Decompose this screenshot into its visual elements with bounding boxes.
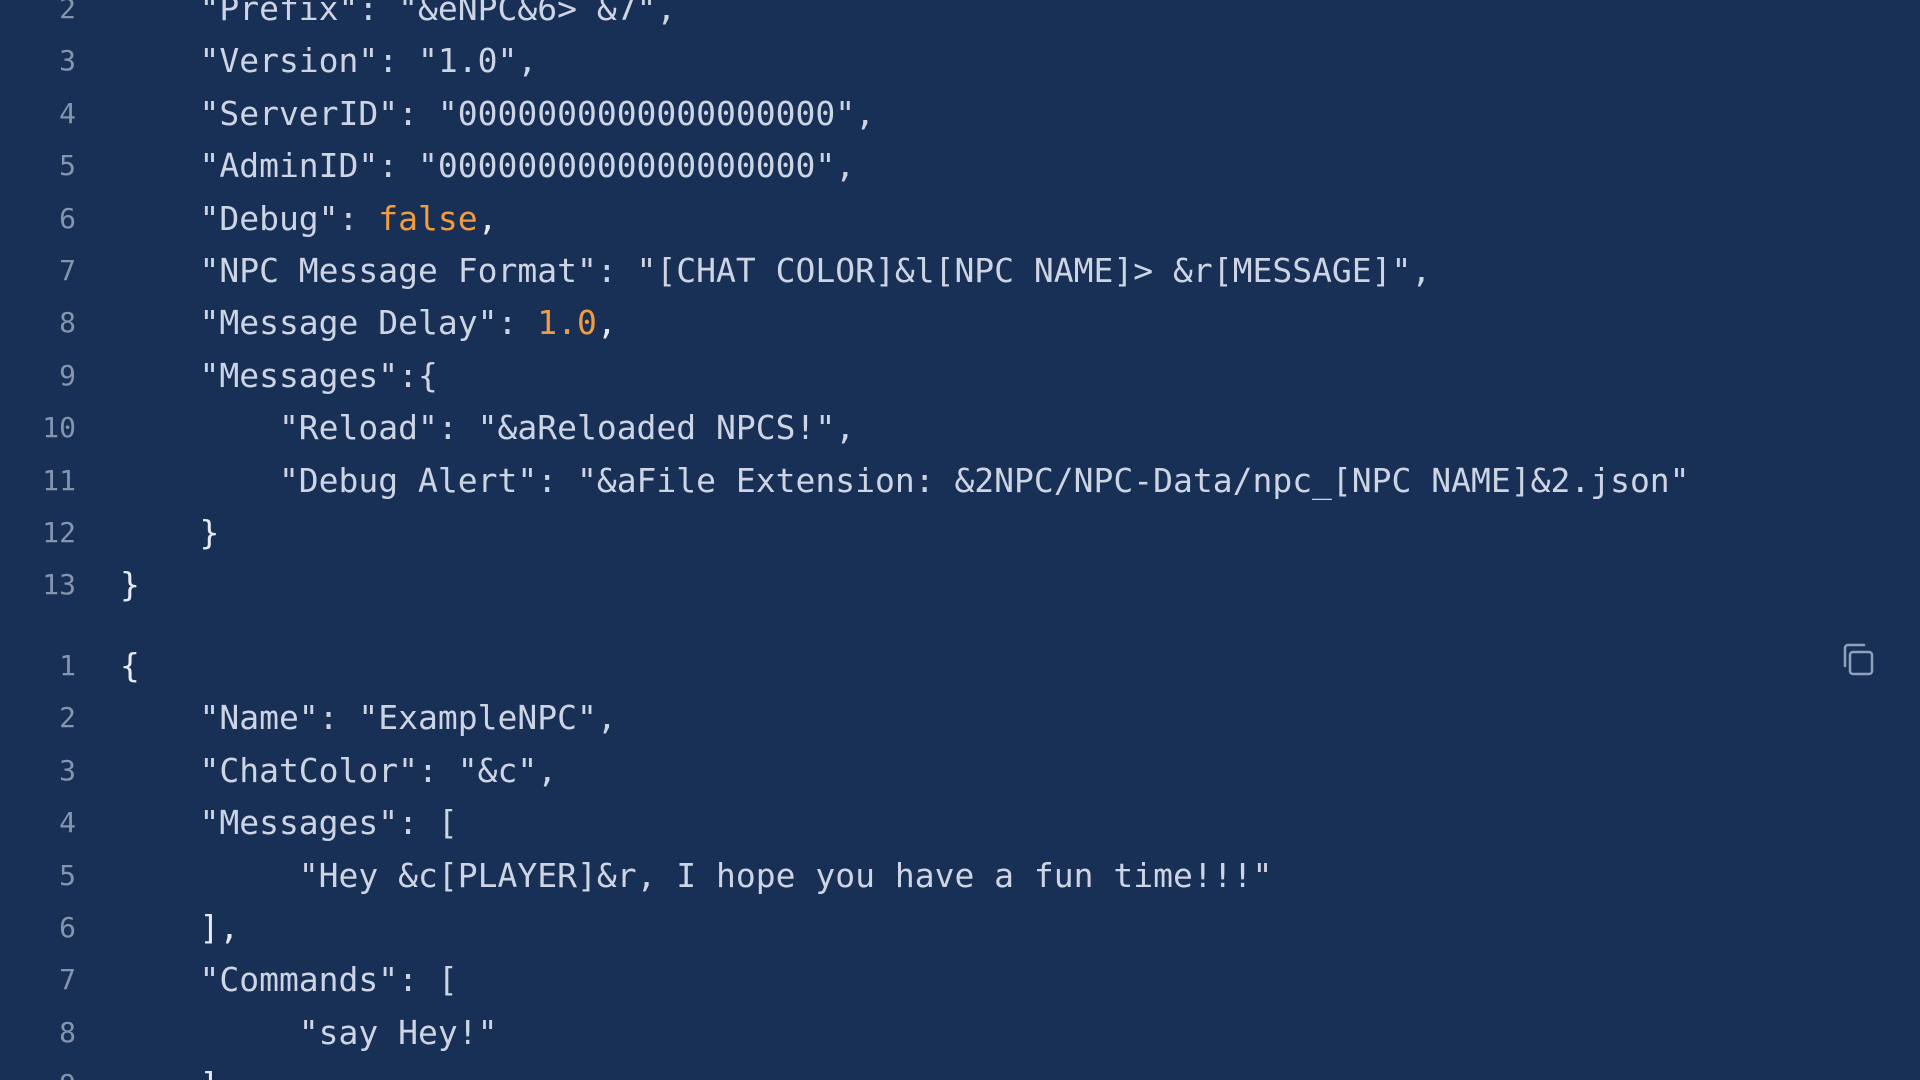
config-code-block: 2 "Prefix": "&eNPC&6> &7", 3 "Version": "…	[0, 0, 1920, 612]
code-token: ,	[477, 198, 498, 238]
code-text: "Commands": [	[120, 954, 458, 1006]
code-viewer: 2 "Prefix": "&eNPC&6> &7", 3 "Version": "…	[0, 0, 1920, 1080]
code-line: 6 ],	[0, 902, 1920, 954]
code-token: ],	[120, 907, 240, 947]
code-line: 7 "Commands": [	[0, 954, 1920, 1006]
line-number: 3	[59, 753, 76, 787]
line-number: 13	[42, 568, 76, 602]
code-text: "NPC Message Format": "[CHAT COLOR]&l[NP…	[120, 245, 1431, 297]
code-text: ]	[120, 1059, 219, 1080]
code-line: 5 "AdminID": "0000000000000000000",	[0, 140, 1920, 192]
code-token: "Debug Alert": "&aFile Extension: &2NPC/…	[120, 460, 1690, 500]
code-text: {	[120, 640, 140, 692]
code-text: }	[120, 507, 219, 559]
code-token: ]	[120, 1065, 219, 1080]
code-text: "Hey &c[PLAYER]&r, I hope you have a fun…	[120, 850, 1273, 902]
line-number: 9	[0, 1059, 76, 1080]
code-token: }	[120, 565, 140, 605]
code-text: "Debug": false,	[120, 193, 498, 245]
code-line: 9 "Messages":{	[0, 350, 1920, 402]
line-number: 6	[59, 910, 76, 944]
code-text: "Message Delay": 1.0,	[120, 297, 617, 349]
line-number: 4	[59, 806, 76, 840]
code-line: 4 "ServerID": "0000000000000000000",	[0, 88, 1920, 140]
code-token: {	[120, 646, 140, 685]
code-token: "AdminID": "0000000000000000000",	[120, 146, 856, 186]
line-number: 8	[59, 306, 76, 340]
code-text: "Name": "ExampleNPC",	[120, 692, 617, 744]
code-token: "Hey &c[PLAYER]&r, I hope you have a fun…	[120, 855, 1273, 895]
code-token: "Debug":	[120, 198, 379, 238]
code-text: }	[120, 559, 140, 611]
code-text: "say Hey!"	[120, 1007, 498, 1059]
code-line: 12 }	[0, 507, 1920, 559]
code-line: 4 "Messages": [	[0, 797, 1920, 849]
code-line: 6 "Debug": false,	[0, 193, 1920, 245]
code-text: "Debug Alert": "&aFile Extension: &2NPC/…	[120, 455, 1690, 507]
code-token: "NPC Message Format": "[CHAT COLOR]&l[NP…	[120, 250, 1432, 290]
line-number: 8	[59, 1015, 76, 1049]
code-text: "ChatColor": "&c",	[120, 745, 557, 797]
code-text: "ServerID": "0000000000000000000",	[120, 88, 875, 140]
code-token: "ChatColor": "&c",	[120, 750, 558, 790]
code-text: "Version": "1.0",	[120, 35, 537, 87]
code-line: 11 "Debug Alert": "&aFile Extension: &2N…	[0, 455, 1920, 507]
code-token: "Messages":{	[120, 355, 438, 395]
line-number: 10	[42, 411, 76, 445]
code-line: 2 "Name": "ExampleNPC",	[0, 692, 1920, 744]
code-literal: false	[378, 198, 478, 238]
code-line: 3 "Version": "1.0",	[0, 35, 1920, 87]
code-line: 5 "Hey &c[PLAYER]&r, I hope you have a f…	[0, 850, 1920, 902]
code-token: "Reload": "&aReloaded NPCS!",	[120, 408, 856, 448]
code-literal: 1.0	[537, 303, 597, 343]
code-text: "Messages": [	[120, 797, 458, 849]
code-text: "Messages":{	[120, 350, 438, 402]
copy-button[interactable]	[1836, 638, 1880, 682]
line-number: 9	[59, 358, 76, 392]
code-token: ,	[596, 303, 617, 343]
code-line: 3 "ChatColor": "&c",	[0, 745, 1920, 797]
copy-icon	[1843, 643, 1874, 676]
npc-code-block: 1{2 "Name": "ExampleNPC", 3 "ChatColor": …	[0, 640, 1920, 1080]
code-line: 10 "Reload": "&aReloaded NPCS!",	[0, 402, 1920, 454]
line-number: 2	[59, 0, 76, 25]
code-token: }	[120, 512, 220, 552]
code-text: "AdminID": "0000000000000000000",	[120, 140, 855, 192]
code-token: "Commands": [	[120, 960, 458, 1000]
code-token: "Prefix": "&eNPC&6> &7",	[120, 0, 677, 28]
line-number: 3	[59, 44, 76, 78]
code-line: 13}	[0, 559, 1920, 611]
code-token: "ServerID": "0000000000000000000",	[120, 93, 875, 133]
line-number: 12	[42, 515, 76, 549]
line-number: 1	[59, 649, 76, 682]
code-line: 2 "Prefix": "&eNPC&6> &7",	[0, 0, 1920, 35]
code-token: "Messages": [	[120, 803, 458, 843]
line-number: 5	[59, 858, 76, 892]
line-number: 11	[42, 463, 76, 497]
line-number: 2	[59, 701, 76, 735]
line-number: 5	[59, 149, 76, 183]
code-line: 7 "NPC Message Format": "[CHAT COLOR]&l[…	[0, 245, 1920, 297]
line-number: 6	[59, 201, 76, 235]
line-number: 7	[59, 963, 76, 997]
code-text: "Prefix": "&eNPC&6> &7",	[120, 0, 676, 35]
code-text: "Reload": "&aReloaded NPCS!",	[120, 402, 855, 454]
code-token: "Name": "ExampleNPC",	[120, 698, 617, 738]
line-number: 7	[59, 253, 76, 287]
code-token: "say Hey!"	[120, 1012, 498, 1052]
line-number: 4	[59, 96, 76, 130]
code-token: "Message Delay":	[120, 303, 538, 343]
code-line: 8 "say Hey!"	[0, 1007, 1920, 1059]
code-line: 1{	[0, 640, 1920, 692]
code-text: ],	[120, 902, 239, 954]
code-token: "Version": "1.0",	[120, 41, 538, 81]
code-line: 8 "Message Delay": 1.0,	[0, 297, 1920, 349]
code-line: 9 ]	[0, 1059, 1920, 1080]
